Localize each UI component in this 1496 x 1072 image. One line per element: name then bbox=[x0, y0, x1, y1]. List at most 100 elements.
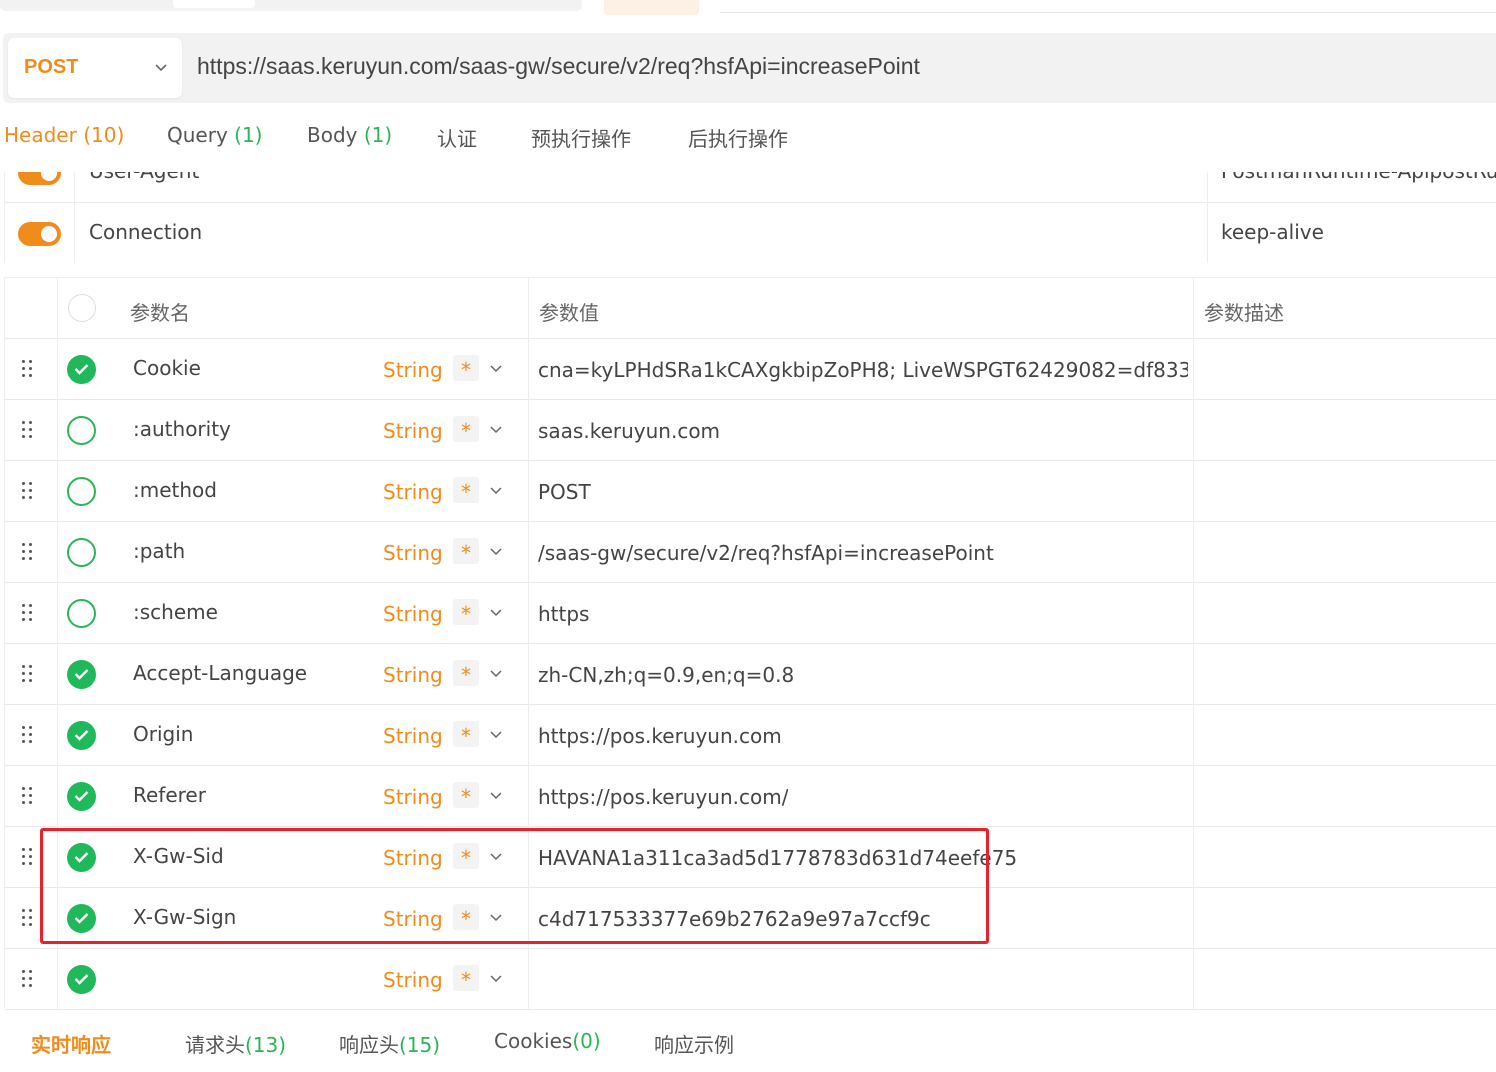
tab-count: (1) bbox=[363, 123, 393, 147]
table-row: X-Gw-Sid String * HAVANA1a311ca3ad5d1778… bbox=[5, 827, 1496, 888]
param-type[interactable]: String bbox=[383, 602, 443, 626]
drag-handle-icon[interactable] bbox=[22, 786, 36, 806]
drag-handle-icon[interactable] bbox=[22, 664, 36, 684]
enable-checkbox[interactable] bbox=[67, 965, 96, 994]
tab-query[interactable]: Query (1) bbox=[167, 123, 262, 147]
param-value[interactable]: HAVANA1a311ca3ad5d1778783d631d74eefe75 bbox=[538, 846, 1017, 870]
required-marker[interactable]: * bbox=[453, 599, 479, 626]
tab-pre-script[interactable]: 预执行操作 bbox=[531, 123, 631, 152]
tab-auth[interactable]: 认证 bbox=[437, 123, 477, 152]
tab-response-example[interactable]: 响应示例 bbox=[654, 1029, 734, 1058]
param-value[interactable]: /saas-gw/secure/v2/req?hsfApi=increasePo… bbox=[538, 541, 994, 565]
tab-header[interactable]: Header (10) bbox=[4, 123, 124, 147]
drag-handle-icon[interactable] bbox=[22, 359, 36, 379]
enable-checkbox[interactable] bbox=[67, 416, 96, 445]
drag-handle-icon[interactable] bbox=[22, 542, 36, 562]
param-name[interactable]: Cookie bbox=[133, 356, 201, 380]
enable-checkbox[interactable] bbox=[67, 538, 96, 567]
param-value[interactable]: zh-CN,zh;q=0.9,en;q=0.8 bbox=[538, 663, 794, 687]
enable-checkbox[interactable] bbox=[67, 599, 96, 628]
tab-response-headers[interactable]: 响应头(15) bbox=[339, 1029, 440, 1058]
chevron-down-icon[interactable] bbox=[487, 420, 505, 438]
param-type[interactable]: String bbox=[383, 663, 443, 687]
drag-handle-icon[interactable] bbox=[22, 481, 36, 501]
param-name[interactable]: :authority bbox=[133, 417, 231, 441]
header-value: PostmanRuntime-ApipostRuntime bbox=[1221, 172, 1496, 183]
drag-handle-icon[interactable] bbox=[22, 908, 36, 928]
chevron-down-icon[interactable] bbox=[487, 725, 505, 743]
param-type[interactable]: String bbox=[383, 358, 443, 382]
tab-body[interactable]: Body (1) bbox=[307, 123, 392, 147]
enable-checkbox[interactable] bbox=[67, 843, 96, 872]
drag-handle-icon[interactable] bbox=[22, 847, 36, 867]
required-marker[interactable]: * bbox=[453, 782, 479, 809]
chevron-down-icon[interactable] bbox=[487, 603, 505, 621]
param-value[interactable]: saas.keruyun.com bbox=[538, 419, 720, 443]
param-type[interactable]: String bbox=[383, 541, 443, 565]
required-marker[interactable]: * bbox=[453, 843, 479, 870]
enable-checkbox[interactable] bbox=[67, 660, 96, 689]
param-type[interactable]: String bbox=[383, 785, 443, 809]
param-name[interactable]: :scheme bbox=[133, 600, 218, 624]
drag-handle-icon[interactable] bbox=[22, 969, 36, 989]
enable-toggle[interactable] bbox=[18, 172, 61, 185]
param-value[interactable]: https bbox=[538, 602, 589, 626]
param-name[interactable]: Accept-Language bbox=[133, 661, 307, 685]
param-type[interactable]: String bbox=[383, 846, 443, 870]
required-marker[interactable]: * bbox=[453, 355, 479, 382]
enable-toggle[interactable] bbox=[18, 222, 61, 246]
required-marker[interactable]: * bbox=[453, 721, 479, 748]
select-all-checkbox[interactable] bbox=[68, 294, 96, 322]
chevron-down-icon[interactable] bbox=[487, 786, 505, 804]
param-name[interactable]: :path bbox=[133, 539, 185, 563]
chevron-down-icon[interactable] bbox=[487, 969, 505, 987]
drag-handle-icon[interactable] bbox=[22, 725, 36, 745]
request-url-bar: POST https://saas.keruyun.com/saas-gw/se… bbox=[3, 33, 1496, 103]
param-value[interactable]: https://pos.keruyun.com/ bbox=[538, 785, 788, 809]
tab-cookies[interactable]: Cookies(0) bbox=[494, 1029, 601, 1053]
header-name: User-Agent bbox=[89, 172, 199, 183]
method-select[interactable]: POST bbox=[8, 38, 182, 98]
param-type[interactable]: String bbox=[383, 968, 443, 992]
required-marker[interactable]: * bbox=[453, 538, 479, 565]
chevron-down-icon[interactable] bbox=[487, 908, 505, 926]
chevron-down-icon[interactable] bbox=[487, 847, 505, 865]
required-marker[interactable]: * bbox=[453, 965, 479, 992]
required-marker[interactable]: * bbox=[453, 904, 479, 931]
param-value[interactable]: c4d717533377e69b2762a9e97a7ccf9c bbox=[538, 907, 931, 931]
chevron-down-icon[interactable] bbox=[487, 664, 505, 682]
tab-realtime-response[interactable]: 实时响应 bbox=[31, 1029, 111, 1058]
param-type[interactable]: String bbox=[383, 907, 443, 931]
required-marker[interactable]: * bbox=[453, 660, 479, 687]
param-name[interactable]: Referer bbox=[133, 783, 206, 807]
param-value[interactable]: https://pos.keruyun.com bbox=[538, 724, 782, 748]
param-type[interactable]: String bbox=[383, 480, 443, 504]
tab-label: 认证 bbox=[437, 127, 477, 151]
url-input[interactable]: https://saas.keruyun.com/saas-gw/secure/… bbox=[197, 53, 920, 80]
param-name[interactable]: X-Gw-Sign bbox=[133, 905, 236, 929]
tab-request-headers[interactable]: 请求头(13) bbox=[185, 1029, 286, 1058]
drag-handle-icon[interactable] bbox=[22, 420, 36, 440]
enable-checkbox[interactable] bbox=[67, 782, 96, 811]
param-name[interactable]: X-Gw-Sid bbox=[133, 844, 224, 868]
enable-checkbox[interactable] bbox=[67, 904, 96, 933]
enable-checkbox[interactable] bbox=[67, 721, 96, 750]
param-name[interactable]: :method bbox=[133, 478, 217, 502]
table-row: Origin String * https://pos.keruyun.com bbox=[5, 705, 1496, 766]
param-type[interactable]: String bbox=[383, 724, 443, 748]
param-value[interactable]: POST bbox=[538, 480, 591, 504]
chevron-down-icon[interactable] bbox=[487, 481, 505, 499]
chevron-down-icon[interactable] bbox=[487, 542, 505, 560]
required-marker[interactable]: * bbox=[453, 477, 479, 504]
param-type[interactable]: String bbox=[383, 419, 443, 443]
param-value[interactable]: cna=kyLPHdSRa1kCAXgkbipZoPH8; LiveWSPGT6… bbox=[538, 358, 1188, 382]
enable-checkbox[interactable] bbox=[67, 355, 96, 384]
chevron-down-icon[interactable] bbox=[487, 359, 505, 377]
tab-post-script[interactable]: 后执行操作 bbox=[688, 123, 788, 152]
enable-checkbox[interactable] bbox=[67, 477, 96, 506]
required-marker[interactable]: * bbox=[453, 416, 479, 443]
drag-handle-icon[interactable] bbox=[22, 603, 36, 623]
param-name[interactable]: Origin bbox=[133, 722, 193, 746]
top-accent-tab[interactable] bbox=[604, 0, 699, 15]
top-tab-active[interactable] bbox=[173, 0, 255, 8]
